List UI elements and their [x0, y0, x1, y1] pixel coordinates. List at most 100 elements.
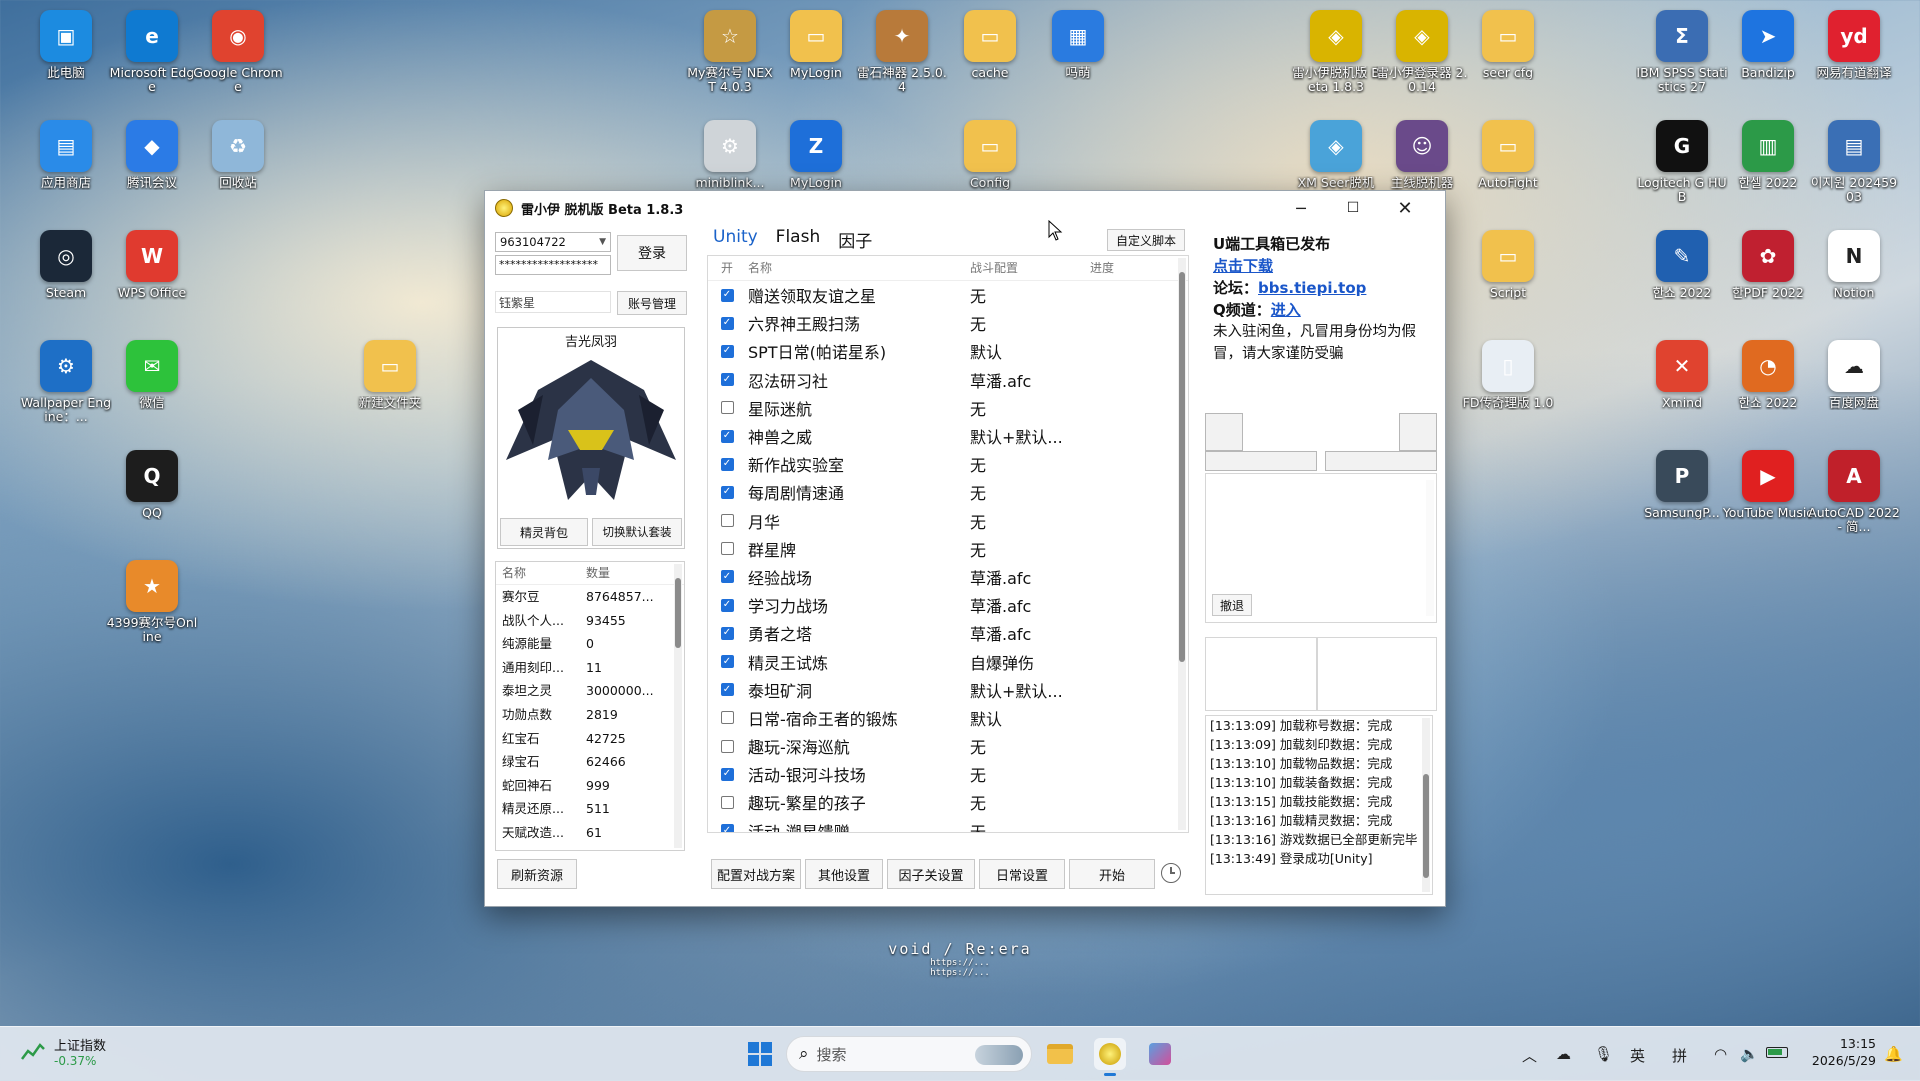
desktop-icon[interactable]: ☁ 百度网盘: [1808, 340, 1900, 410]
close-button[interactable]: ✕: [1379, 191, 1431, 225]
task-row[interactable]: ✓ 经验战场 草潘.afc: [708, 563, 1188, 591]
desktop-icon[interactable]: ▯ FD传奇理版 1.0: [1462, 340, 1554, 410]
tab-flash[interactable]: Flash: [774, 227, 823, 252]
task-row[interactable]: ✓ 学习力战场 草潘.afc: [708, 591, 1188, 619]
desktop-icon[interactable]: ◈ XM Seer脱机: [1290, 120, 1382, 190]
desktop-icon[interactable]: yd 网易有道翻译: [1808, 10, 1900, 80]
task-checkbox[interactable]: ✓: [720, 683, 734, 697]
volume-icon[interactable]: 🔈: [1740, 1045, 1759, 1063]
task-battle-config[interactable]: 无: [970, 734, 1090, 758]
resource-row[interactable]: 通用刻印... 11: [496, 656, 684, 680]
task-checkbox[interactable]: [720, 542, 734, 556]
task-row[interactable]: ✓ 新作战实验室 无: [708, 450, 1188, 478]
desktop-icon[interactable]: ▭ cache: [944, 10, 1036, 80]
factor-settings-button[interactable]: 因子关设置: [887, 859, 975, 889]
microphone-icon[interactable]: 🎙: [1594, 1045, 1613, 1063]
onedrive-icon[interactable]: ☁: [1556, 1045, 1571, 1063]
task-checkbox[interactable]: ✓: [720, 598, 734, 612]
task-battle-config[interactable]: 无: [970, 762, 1090, 786]
clock[interactable]: 13:15 2026/5/29: [1806, 1035, 1876, 1069]
task-battle-config[interactable]: 草潘.afc: [970, 593, 1090, 617]
account-select[interactable]: 963104722 ▼: [495, 232, 611, 252]
task-checkbox[interactable]: [720, 514, 734, 528]
custom-script-button[interactable]: 自定义脚本: [1107, 229, 1185, 251]
desktop-icon[interactable]: ▭ MyLogin: [770, 10, 862, 80]
desktop-icon[interactable]: ✎ 한쇼 2022: [1636, 230, 1728, 300]
desktop-icon[interactable]: ▦ 吗萌: [1032, 10, 1124, 80]
start-button[interactable]: 开始: [1069, 859, 1155, 889]
desktop-icon[interactable]: ⚙ miniblink...: [684, 120, 776, 190]
withdraw-button[interactable]: 撤退: [1212, 594, 1252, 616]
leixiaoyi-taskbar-icon[interactable]: [1094, 1038, 1126, 1076]
task-row[interactable]: 趣玩-繁星的孩子 无: [708, 788, 1188, 816]
resources-scrollbar[interactable]: [674, 564, 682, 848]
tab-unity[interactable]: Unity: [711, 227, 760, 252]
resource-row[interactable]: 泰坦之灵 3000000...: [496, 679, 684, 703]
task-checkbox[interactable]: ✓: [720, 429, 734, 443]
maximize-button[interactable]: ☐: [1327, 191, 1379, 225]
desktop-icon[interactable]: Σ IBM SPSS Statistics 27: [1636, 10, 1728, 94]
desktop-icon[interactable]: ▭ Config: [944, 120, 1036, 190]
task-row[interactable]: 日常-宿命王者的锻炼 默认: [708, 704, 1188, 732]
file-explorer-icon[interactable]: [1044, 1038, 1076, 1070]
desktop-icon[interactable]: G Logitech G HUB: [1636, 120, 1728, 204]
desktop-icon[interactable]: ⚙ Wallpaper Engine：...: [20, 340, 112, 424]
desktop-icon[interactable]: ◔ 한쇼 2022: [1722, 340, 1814, 410]
ime-language[interactable]: 英: [1630, 1045, 1645, 1066]
stock-widget[interactable]: 上证指数 -0.37%: [20, 1035, 106, 1068]
desktop-icon[interactable]: ▭ Script: [1462, 230, 1554, 300]
task-battle-config[interactable]: 无: [970, 509, 1090, 533]
desktop-icon[interactable]: ✉ 微信: [106, 340, 198, 410]
task-checkbox[interactable]: [720, 401, 734, 415]
task-battle-config[interactable]: 默认: [970, 706, 1090, 730]
task-checkbox[interactable]: [720, 795, 734, 809]
task-row[interactable]: 群星牌 无: [708, 535, 1188, 563]
task-row[interactable]: ✓ 泰坦矿洞 默认+默认...: [708, 676, 1188, 704]
task-checkbox[interactable]: ✓: [720, 288, 734, 302]
task-battle-config[interactable]: 无: [970, 790, 1090, 814]
task-checkbox[interactable]: ✓: [720, 457, 734, 471]
seer-tool-taskbar-icon[interactable]: [1144, 1038, 1176, 1070]
desktop-icon[interactable]: ◈ 雷小伊登录器 2.0.14: [1376, 10, 1468, 94]
task-row[interactable]: ✓ 六界神王殿扫荡 无: [708, 309, 1188, 337]
resource-row[interactable]: 纯源能量 0: [496, 632, 684, 656]
desktop-icon[interactable]: ★ 4399赛尔号Online: [106, 560, 198, 644]
task-battle-config[interactable]: 默认+默认...: [970, 424, 1090, 448]
task-checkbox[interactable]: ✓: [720, 626, 734, 640]
desktop-icon[interactable]: ◉ Google Chrome: [192, 10, 284, 94]
refresh-resources-button[interactable]: 刷新资源: [497, 859, 577, 889]
resource-row[interactable]: 绿宝石 62466: [496, 750, 684, 774]
desktop-icon[interactable]: e Microsoft Edge: [106, 10, 198, 94]
task-row[interactable]: ✓ 每周剧情速通 无: [708, 478, 1188, 506]
taskbar-search[interactable]: ⌕ 搜索: [786, 1036, 1032, 1072]
task-checkbox[interactable]: ✓: [720, 373, 734, 387]
forum-link[interactable]: bbs.tiepi.top: [1258, 279, 1366, 297]
desktop-icon[interactable]: ♻ 回收站: [192, 120, 284, 190]
title-bar[interactable]: 雷小伊 脱机版 Beta 1.8.3 ─ ☐ ✕: [485, 191, 1445, 225]
task-battle-config[interactable]: 无: [970, 452, 1090, 476]
desktop-icon[interactable]: ➤ Bandizip: [1722, 10, 1814, 80]
task-row[interactable]: ✓ 活动-银河斗技场 无: [708, 760, 1188, 788]
task-row[interactable]: 星际迷航 无: [708, 394, 1188, 422]
resource-row[interactable]: 蛇回神石 999: [496, 774, 684, 798]
pet-bag-button[interactable]: 精灵背包: [500, 518, 588, 546]
task-scroll-thumb[interactable]: [1179, 272, 1185, 662]
desktop-icon[interactable]: ✕ Xmind: [1636, 340, 1728, 410]
desktop-icon[interactable]: W WPS Office: [106, 230, 198, 300]
login-button[interactable]: 登录: [617, 235, 687, 271]
task-checkbox[interactable]: ✓: [720, 570, 734, 584]
task-battle-config[interactable]: 草潘.afc: [970, 621, 1090, 645]
q-channel-link[interactable]: 进入: [1271, 301, 1301, 319]
account-manage-button[interactable]: 账号管理: [617, 291, 687, 315]
desktop-icon[interactable]: ◆ 腾讯会议: [106, 120, 198, 190]
task-row[interactable]: ✓ 勇者之塔 草潘.afc: [708, 619, 1188, 647]
task-row[interactable]: ✓ SPT日常(帕诺星系) 默认: [708, 337, 1188, 365]
task-checkbox[interactable]: ✓: [720, 767, 734, 781]
task-battle-config[interactable]: 无: [970, 396, 1090, 420]
battle-plan-button[interactable]: 配置对战方案: [711, 859, 801, 889]
daily-settings-button[interactable]: 日常设置: [979, 859, 1065, 889]
task-scrollbar[interactable]: [1178, 258, 1186, 830]
task-row[interactable]: 趣玩-深海巡航 无: [708, 732, 1188, 760]
ime-mode[interactable]: 拼: [1672, 1045, 1687, 1066]
desktop-icon[interactable]: ☺ 主线脱机器: [1376, 120, 1468, 190]
